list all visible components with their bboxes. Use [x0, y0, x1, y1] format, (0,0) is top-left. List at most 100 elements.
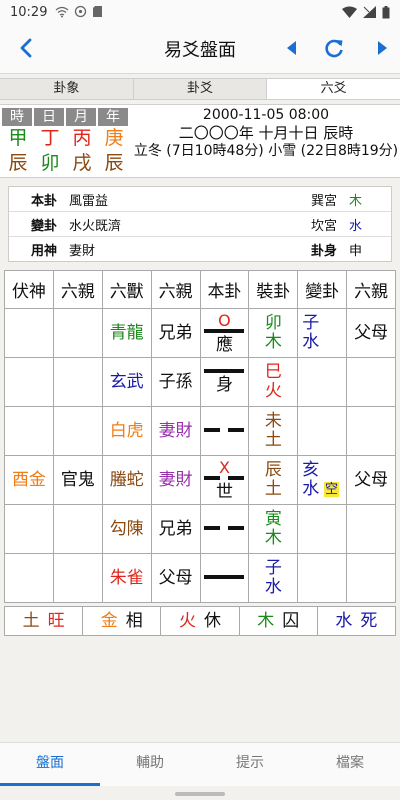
hexinfo-row: 本卦 風雷益 巽宮木 [9, 187, 391, 212]
pillar-header: 日 [34, 108, 66, 126]
gesture-bar [175, 792, 225, 796]
hexinfo-label: 本卦 [30, 193, 57, 209]
relative-cell: 兄弟 [150, 308, 201, 358]
zhuang-cell: 未土 [248, 406, 299, 456]
changed-relative-cell [346, 553, 396, 603]
element-state: 相 [125, 611, 143, 631]
next-button[interactable] [368, 34, 396, 62]
chart-row: 白虎 妻財 未土 [4, 406, 396, 456]
changed-cell [297, 357, 348, 407]
fushen-relative-cell: 官鬼 [52, 455, 103, 505]
hexinfo-value2: 申 [349, 244, 363, 259]
four-pillars: 時日月年甲丁丙庚辰卯戌辰 [2, 108, 130, 176]
tab-3[interactable]: 六爻 [267, 79, 400, 99]
nav-item-3[interactable]: 提示 [200, 743, 300, 786]
changed-relative-cell: 父母 [346, 455, 396, 505]
element-1: 土旺 [5, 607, 84, 635]
void-badge: 空 [323, 482, 339, 497]
hexinfo-value: 風雷益 [69, 193, 109, 209]
line-cell[interactable] [199, 406, 250, 456]
line-cell[interactable]: O應 [199, 308, 250, 358]
element-state: 休 [204, 611, 221, 631]
pillar-stem: 甲 [8, 127, 28, 149]
status-time: 10:29 [10, 4, 48, 20]
zhuang-cell: 辰土 [248, 455, 299, 505]
pillar-branch: 卯 [40, 152, 60, 174]
element-name: 土 [22, 611, 40, 631]
nav-item-1[interactable]: 盤面 [0, 743, 100, 786]
segment-tabs: 卦象 卦爻 六爻 [0, 78, 400, 100]
element-state: 死 [360, 611, 378, 631]
tab-2[interactable]: 卦爻 [134, 79, 268, 99]
fushen-relative-cell [52, 357, 103, 407]
beast-cell: 青龍 [101, 308, 152, 358]
pillar-stem: 丙 [72, 127, 92, 149]
nav-item-2[interactable]: 輔助 [100, 743, 200, 786]
column-header: 伏神 [4, 270, 54, 309]
changed-cell [297, 406, 348, 456]
line-cell[interactable]: 身 [199, 357, 250, 407]
zhuang-cell: 寅木 [248, 504, 299, 554]
column-header: 六親 [346, 270, 396, 309]
hexinfo-value: 妻財 [69, 244, 96, 259]
yin-segment [204, 525, 221, 530]
hexinfo-label2: 巽宮 [310, 193, 337, 209]
moving-line-mark: X [218, 457, 230, 477]
element-3: 火休 [161, 607, 240, 635]
wifi-icon [342, 6, 357, 18]
beast-cell: 朱雀 [101, 553, 152, 603]
notification-icon [74, 5, 87, 19]
column-header: 六親 [52, 270, 103, 309]
yang-line [204, 369, 245, 373]
hexinfo-row: 用神 妻財 卦身申 [9, 237, 391, 262]
fushen-cell [4, 308, 54, 358]
sd-card-icon [92, 5, 103, 19]
column-header: 裝卦 [248, 270, 299, 309]
yin-segment [228, 525, 245, 530]
hotspot-icon [55, 5, 69, 19]
relative-cell: 子孫 [150, 357, 201, 407]
previous-button[interactable] [278, 34, 306, 62]
pillar-header: 年 [98, 108, 130, 126]
pillar-branch: 辰 [8, 152, 28, 174]
column-header: 變卦 [297, 270, 348, 309]
refresh-icon [325, 39, 343, 58]
date-info: 2000-11-05 08:00 二〇〇〇年 十月十日 辰時 立冬 (7日10時… [132, 107, 400, 160]
zhuang-cell: 巳火 [248, 357, 299, 407]
element-name: 木 [257, 611, 275, 631]
fushen-relative-cell [52, 406, 103, 456]
beast-cell: 玄武 [101, 357, 152, 407]
tab-1[interactable]: 卦象 [0, 79, 134, 99]
changed-cell [297, 553, 348, 603]
app-bar: 易爻盤面 [0, 24, 400, 74]
element-4: 木囚 [240, 607, 318, 635]
hexinfo-row: 變卦 水火既濟 坎宮水 [9, 212, 391, 237]
changed-cell: 子水 [297, 308, 348, 358]
nav-item-4[interactable]: 檔案 [300, 743, 400, 786]
fushen-relative-cell [52, 308, 103, 358]
shiying-label: 應 [215, 334, 233, 355]
line-cell[interactable] [199, 553, 250, 603]
chart-row: 青龍 兄弟 O 應卯木 子水 父母 [4, 308, 396, 358]
gregorian-date: 2000-11-05 08:00 [202, 107, 330, 123]
column-header: 本卦 [199, 270, 250, 309]
hexinfo-label2: 卦身 [310, 244, 337, 259]
line-cell[interactable]: X世 [199, 455, 250, 505]
column-header: 六獸 [101, 270, 152, 309]
fushen-cell [4, 504, 54, 554]
triangle-left-icon [287, 41, 296, 55]
pillar-branch: 辰 [104, 152, 124, 174]
fushen-cell [4, 357, 54, 407]
hexagram-info: 本卦 風雷益 巽宮木變卦 水火既濟 坎宮水用神 妻財 卦身申 [8, 186, 392, 262]
relative-cell: 妻財 [150, 455, 201, 505]
refresh-button[interactable] [320, 34, 348, 62]
line-cell[interactable] [199, 504, 250, 554]
date-panel: 時日月年甲丁丙庚辰卯戌辰 2000-11-05 08:00 二〇〇〇年 十月十日… [0, 104, 400, 178]
relative-cell: 兄弟 [150, 504, 201, 554]
element-state: 旺 [47, 611, 65, 631]
chart-row: 朱雀 父母 子水 [4, 553, 396, 603]
changed-cell: 亥水空 [297, 455, 348, 505]
triangle-right-icon [378, 41, 387, 55]
fushen-cell: 酉金 [4, 455, 54, 505]
yin-segment [204, 427, 221, 432]
